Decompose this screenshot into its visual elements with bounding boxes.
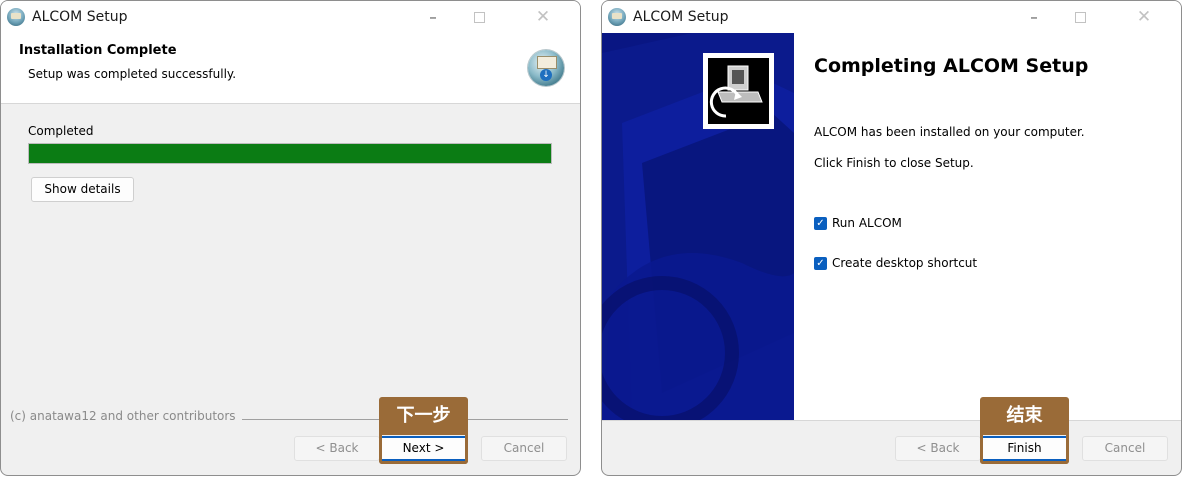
installer-logo <box>703 53 774 129</box>
wizard-sidebar-image <box>602 33 794 420</box>
back-button: < Back <box>895 436 981 461</box>
close-button: ✕ <box>535 7 551 27</box>
app-icon <box>608 8 626 26</box>
cancel-button: Cancel <box>481 436 567 461</box>
wizard-finish-page: Completing ALCOM Setup ALCOM has been in… <box>602 33 1181 421</box>
title-bar[interactable]: ALCOM Setup – ✕ <box>602 1 1181 33</box>
desktop-shortcut-label: Create desktop shortcut <box>832 256 978 270</box>
header-subtitle: Setup was completed successfully. <box>28 67 237 81</box>
maximize-button <box>1057 3 1103 31</box>
finish-instruction: Click Finish to close Setup. <box>814 156 974 170</box>
maximize-icon <box>1074 12 1086 23</box>
annotation-frame-finish <box>980 433 1069 464</box>
maximize-button <box>456 3 502 31</box>
wizard-header: Installation Complete Setup was complete… <box>1 33 580 104</box>
close-button: ✕ <box>1136 7 1152 27</box>
window-title: ALCOM Setup <box>32 9 128 25</box>
title-bar[interactable]: ALCOM Setup – ✕ <box>1 1 580 33</box>
download-arrow-icon: ↓ <box>540 69 552 81</box>
installer-globe-icon: ↓ <box>528 50 564 86</box>
minimize-button[interactable]: – <box>410 3 456 31</box>
run-alcom-checkbox[interactable]: ✓ <box>814 216 827 230</box>
package-icon <box>537 56 557 69</box>
progress-fill <box>29 144 551 163</box>
run-alcom-label: Run ALCOM <box>832 216 902 230</box>
app-icon <box>7 8 25 26</box>
desktop-shortcut-checkbox-row[interactable]: ✓ Create desktop shortcut <box>814 256 977 270</box>
header-title: Installation Complete <box>19 43 177 58</box>
copyright-text: (c) anatawa12 and other contributors <box>10 409 242 423</box>
show-details-button[interactable]: Show details <box>31 177 134 202</box>
desktop-shortcut-checkbox[interactable]: ✓ <box>814 256 827 270</box>
progress-bar <box>28 143 552 164</box>
progress-label: Completed <box>28 124 94 138</box>
finish-heading: Completing ALCOM Setup <box>814 55 1089 77</box>
annotation-tag-next: 下一步 <box>379 397 468 435</box>
maximize-icon <box>473 12 485 23</box>
annotation-tag-finish: 结束 <box>980 397 1069 435</box>
cancel-button: Cancel <box>1082 436 1168 461</box>
back-button: < Back <box>294 436 380 461</box>
annotation-frame-next <box>379 433 468 464</box>
computer-install-icon <box>709 65 763 118</box>
installed-message: ALCOM has been installed on your compute… <box>814 125 1085 139</box>
run-alcom-checkbox-row[interactable]: ✓ Run ALCOM <box>814 216 902 230</box>
minimize-button[interactable]: – <box>1011 3 1057 31</box>
setup-window-installation-complete: ALCOM Setup – ✕ Installation Complete Se… <box>0 0 581 476</box>
setup-window-completing: ALCOM Setup – ✕ Completing ALCOM Setup A… <box>601 0 1182 476</box>
window-title: ALCOM Setup <box>633 9 729 25</box>
